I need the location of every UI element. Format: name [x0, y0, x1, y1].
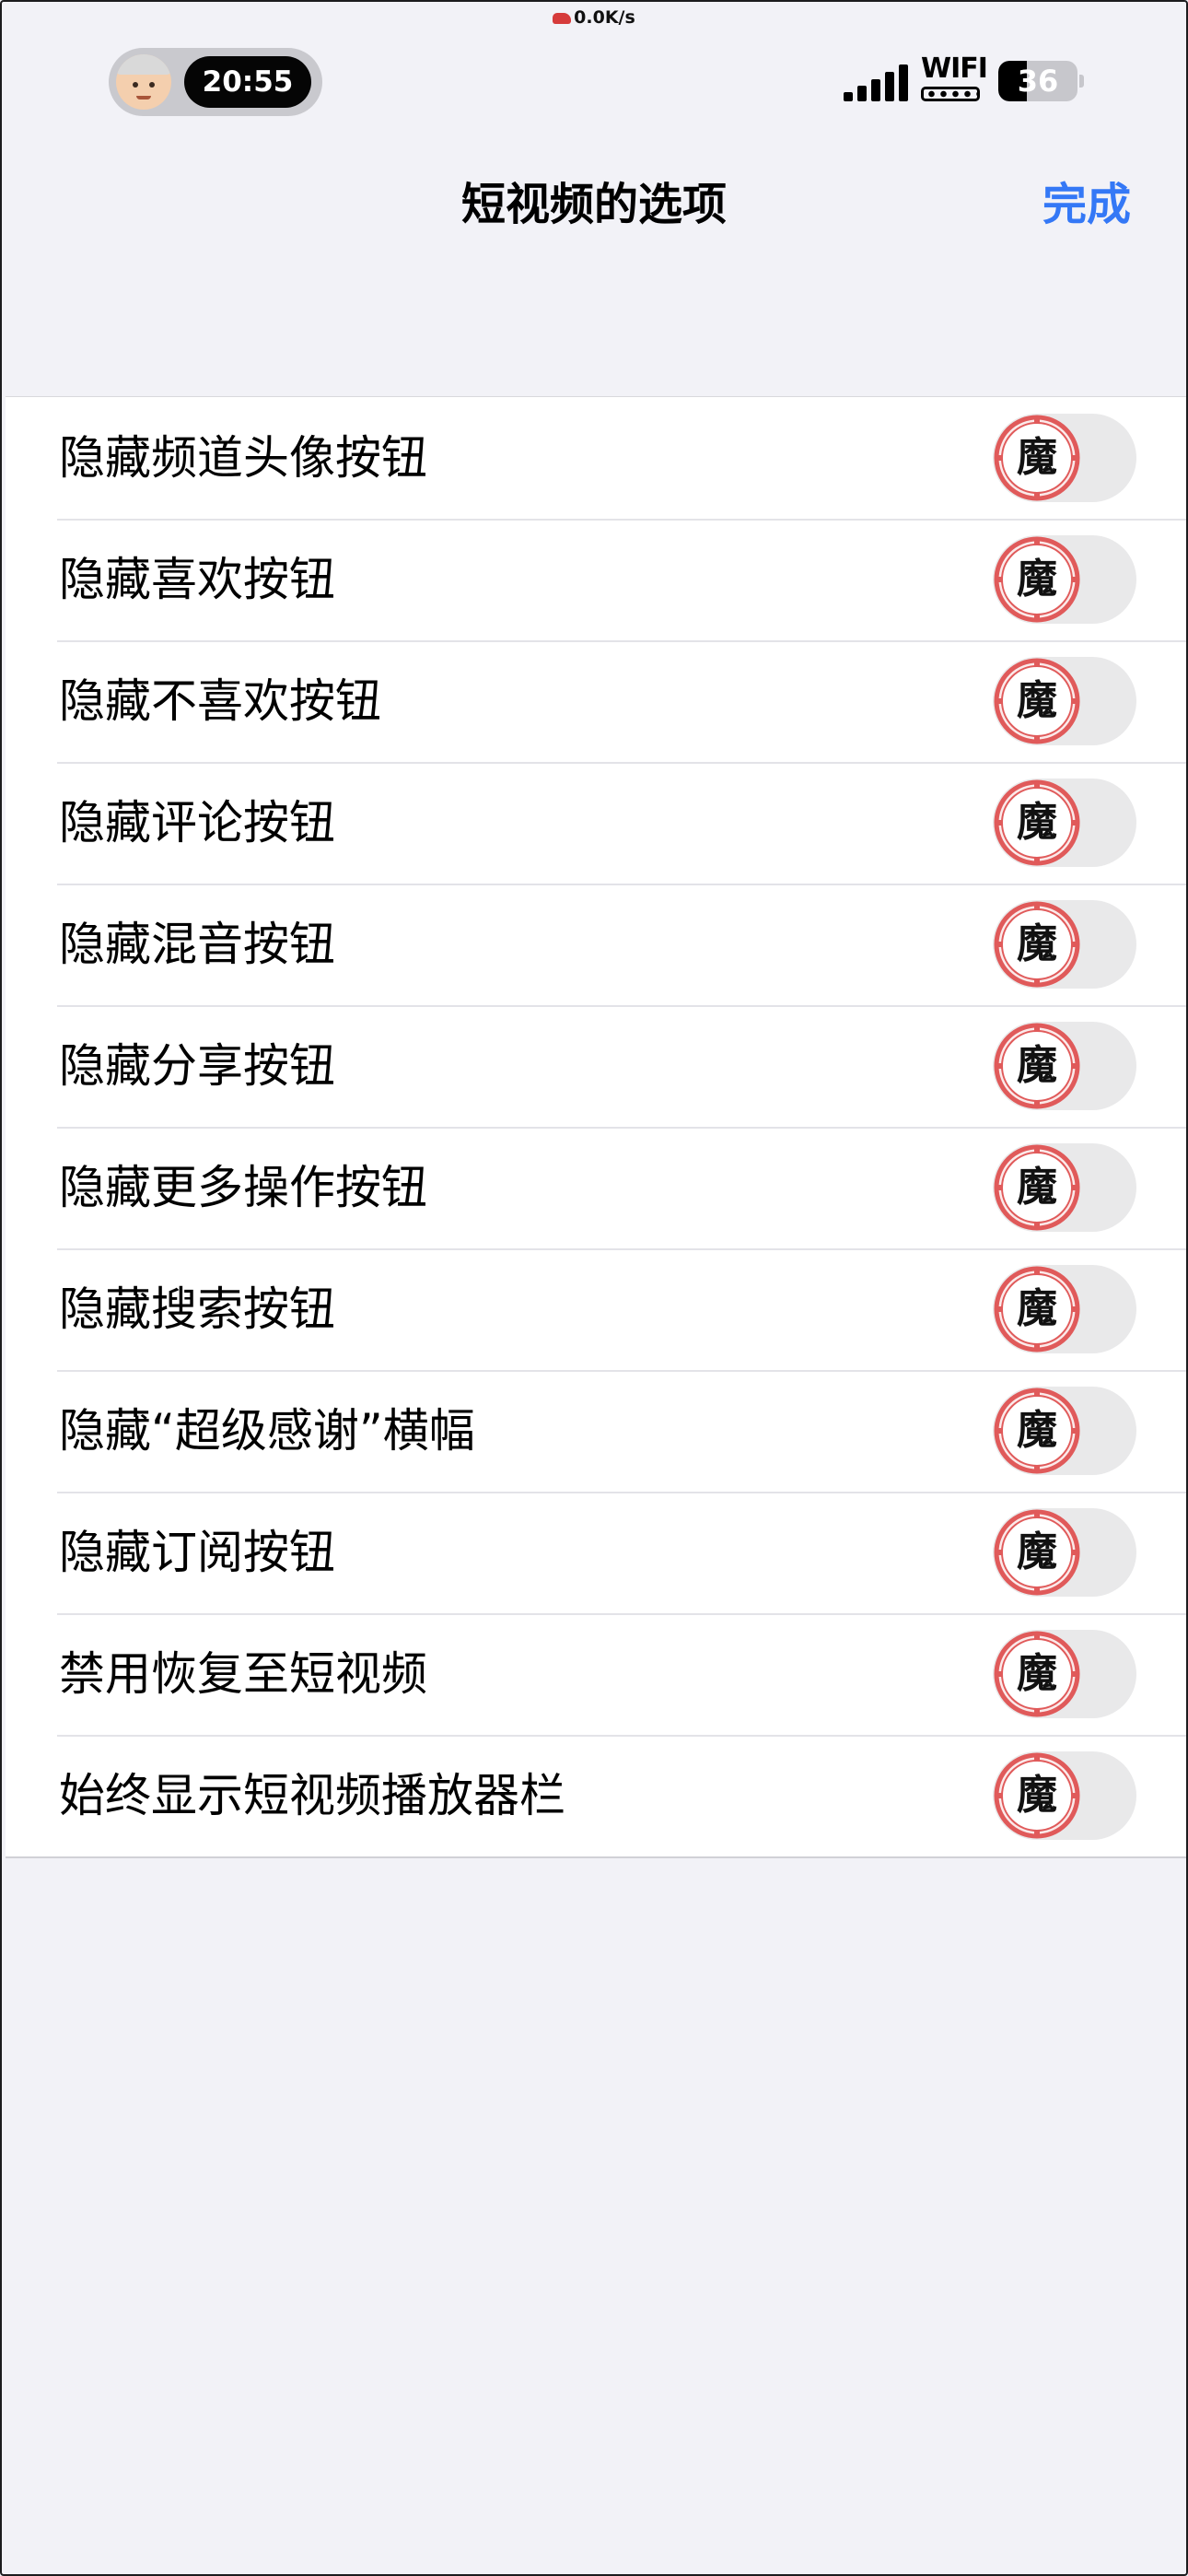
cellular-signal-icon [844, 63, 908, 101]
screen-frame: 0.0K/s 20:55 WIFI 36 短视频的选项 完成 隐藏频道头像按钮魔… [0, 0, 1188, 2576]
toggle-knob-icon: 魔 [994, 779, 1080, 866]
toggle-knob-glyph: 魔 [1017, 1164, 1057, 1211]
user-time-pill: 20:55 [109, 48, 322, 116]
toggle-knob-glyph: 魔 [1017, 556, 1057, 603]
battery-tip [1079, 75, 1084, 88]
toggle-knob-icon: 魔 [994, 415, 1080, 501]
toggle-knob-icon: 魔 [994, 901, 1080, 988]
option-row: 禁用恢复至短视频 魔 [6, 1613, 1186, 1735]
toggle-knob-glyph: 魔 [1017, 1650, 1057, 1697]
option-toggle[interactable]: 魔 [993, 1508, 1136, 1597]
toggle-knob-icon: 魔 [994, 1631, 1080, 1717]
toggle-knob-glyph: 魔 [1017, 1042, 1057, 1089]
toggle-knob-glyph: 魔 [1017, 677, 1057, 724]
battery-level: 36 [1017, 64, 1059, 99]
option-row: 隐藏评论按钮 魔 [6, 762, 1186, 884]
toggle-knob-glyph: 魔 [1017, 1407, 1057, 1454]
option-row: 隐藏订阅按钮 魔 [6, 1492, 1186, 1613]
option-toggle[interactable]: 魔 [993, 900, 1136, 989]
toggle-knob-icon: 魔 [994, 1509, 1080, 1596]
toggle-knob-glyph: 魔 [1017, 1285, 1057, 1332]
option-label: 隐藏订阅按钮 [59, 1526, 335, 1579]
option-label: 隐藏“超级感谢”横幅 [59, 1404, 475, 1458]
toggle-knob-icon: 魔 [994, 1752, 1080, 1839]
toggle-knob-glyph: 魔 [1017, 920, 1057, 967]
status-time: 20:55 [184, 56, 311, 108]
option-label: 隐藏喜欢按钮 [59, 553, 335, 606]
done-button[interactable]: 完成 [1042, 177, 1131, 232]
option-toggle[interactable]: 魔 [993, 1143, 1136, 1232]
option-toggle[interactable]: 魔 [993, 1265, 1136, 1353]
option-label: 隐藏更多操作按钮 [59, 1161, 427, 1214]
toggle-knob-icon: 魔 [994, 1388, 1080, 1474]
option-toggle[interactable]: 魔 [993, 1630, 1136, 1718]
toggle-knob-glyph: 魔 [1017, 434, 1057, 481]
option-row: 隐藏更多操作按钮 魔 [6, 1127, 1186, 1248]
avatar [116, 54, 171, 110]
option-label: 隐藏频道头像按钮 [59, 431, 427, 485]
network-speed-indicator: 0.0K/s [2, 7, 1186, 28]
toggle-knob-icon: 魔 [994, 1144, 1080, 1231]
option-toggle[interactable]: 魔 [993, 535, 1136, 624]
toggle-knob-icon: 魔 [994, 536, 1080, 623]
toggle-knob-glyph: 魔 [1017, 1772, 1057, 1819]
battery-icon: 36 [998, 61, 1077, 101]
options-list: 隐藏频道头像按钮魔隐藏喜欢按钮魔隐藏不喜欢按钮魔隐藏评论按钮魔隐藏混音按钮魔隐藏… [6, 396, 1186, 1858]
option-row: 隐藏混音按钮 魔 [6, 884, 1186, 1005]
toggle-knob-glyph: 魔 [1017, 1528, 1057, 1575]
option-label: 隐藏分享按钮 [59, 1039, 335, 1093]
option-row: 隐藏“超级感谢”横幅 魔 [6, 1370, 1186, 1492]
option-row: 始终显示短视频播放器栏 魔 [6, 1735, 1186, 1856]
option-toggle[interactable]: 魔 [993, 1022, 1136, 1110]
option-row: 隐藏搜索按钮 魔 [6, 1248, 1186, 1370]
network-speed-text: 0.0K/s [574, 7, 635, 28]
toggle-knob-icon: 魔 [994, 1266, 1080, 1352]
page-title: 短视频的选项 [460, 179, 727, 230]
option-label: 隐藏搜索按钮 [59, 1282, 335, 1336]
option-row: 隐藏喜欢按钮 魔 [6, 519, 1186, 640]
toggle-knob-glyph: 魔 [1017, 799, 1057, 846]
option-row: 隐藏分享按钮 魔 [6, 1005, 1186, 1127]
option-row: 隐藏不喜欢按钮 魔 [6, 640, 1186, 762]
option-label: 隐藏不喜欢按钮 [59, 674, 381, 728]
toggle-knob-icon: 魔 [994, 1023, 1080, 1109]
option-toggle[interactable]: 魔 [993, 1751, 1136, 1840]
option-toggle[interactable]: 魔 [993, 657, 1136, 745]
option-label: 禁用恢复至短视频 [59, 1647, 427, 1701]
car-icon [553, 13, 572, 24]
option-label: 隐藏混音按钮 [59, 918, 335, 971]
option-toggle[interactable]: 魔 [993, 1387, 1136, 1475]
option-toggle[interactable]: 魔 [993, 414, 1136, 502]
option-toggle[interactable]: 魔 [993, 779, 1136, 867]
option-row: 隐藏频道头像按钮 魔 [6, 397, 1186, 519]
wifi-icon: WIFI [921, 53, 988, 105]
option-label: 始终显示短视频播放器栏 [59, 1769, 565, 1822]
option-label: 隐藏评论按钮 [59, 796, 335, 849]
wifi-label: WIFI [921, 53, 988, 85]
toggle-knob-icon: 魔 [994, 658, 1080, 744]
